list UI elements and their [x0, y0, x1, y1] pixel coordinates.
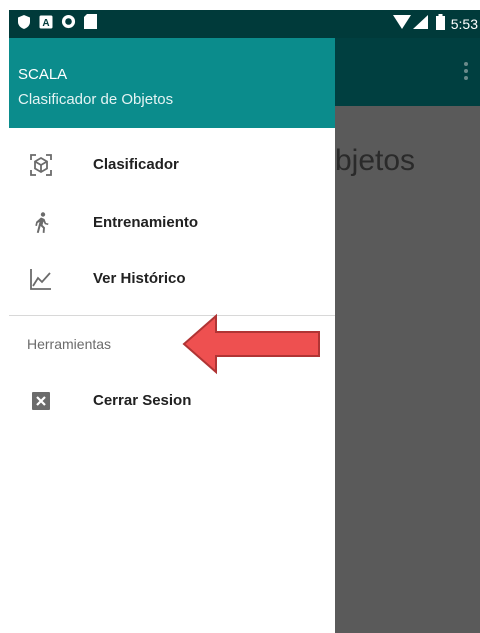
cube-scan-icon: [29, 153, 53, 177]
line-chart-icon: [29, 267, 53, 291]
sd-card-icon: [84, 14, 97, 34]
app-name: SCALA: [18, 66, 68, 83]
menu-item-label: Ver Histórico: [93, 270, 186, 287]
annotation-arrow-icon: [182, 313, 320, 375]
main-title: bjetos: [335, 144, 416, 177]
wifi-icon: [392, 14, 411, 34]
menu-item-cerrar-sesion[interactable]: Cerrar Sesion: [9, 372, 335, 430]
signal-icon: [412, 14, 428, 34]
battery-icon: [435, 13, 445, 35]
running-person-icon: [29, 211, 53, 235]
menu-item-label: Clasificador: [93, 156, 179, 173]
close-box-icon: [29, 389, 53, 413]
main-toolbar: [335, 38, 480, 106]
record-icon: [61, 14, 76, 34]
section-label-herramientas: Herramientas: [27, 336, 112, 352]
keyboard-icon: A: [39, 15, 53, 34]
menu-item-ver-historico[interactable]: Ver Histórico: [9, 250, 335, 308]
menu-item-entrenamiento[interactable]: Entrenamiento: [9, 194, 335, 252]
overflow-menu-icon[interactable]: [464, 62, 468, 83]
status-bar: A 5:53: [9, 10, 480, 38]
shield-icon: [17, 14, 31, 35]
drawer-header: SCALA Clasificador de Objetos: [9, 38, 335, 128]
app-subtitle: Clasificador de Objetos: [18, 91, 174, 108]
menu-item-label: Cerrar Sesion: [93, 392, 192, 409]
status-time: 5:53: [450, 16, 478, 32]
main-app-dimmed[interactable]: bjetos: [335, 38, 480, 633]
svg-text:A: A: [42, 18, 49, 29]
menu-item-label: Entrenamiento: [93, 214, 199, 231]
menu-item-clasificador[interactable]: Clasificador: [9, 136, 335, 194]
